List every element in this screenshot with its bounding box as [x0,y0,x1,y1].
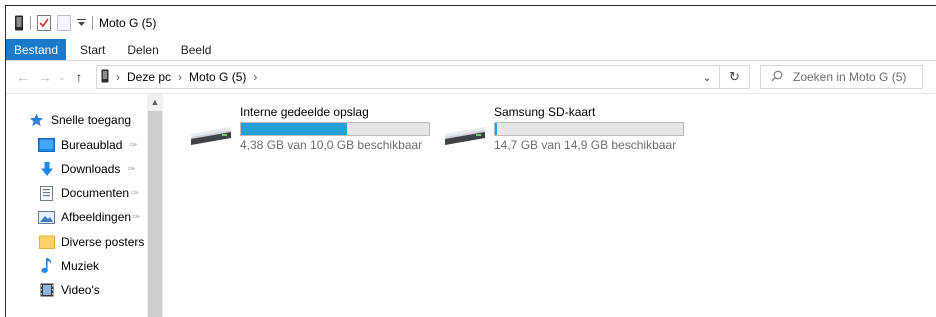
search-input[interactable]: Zoeken in Moto G (5) [760,65,923,89]
chevron-right-icon[interactable]: › [253,70,257,84]
storage-usage-fill [495,123,498,135]
sidebar-item-documents[interactable]: Documenten ✑ [38,182,139,204]
sidebar-item-label: Video's [61,283,100,297]
tab-file[interactable]: Bestand [6,39,67,60]
search-icon [771,70,783,85]
sidebar-item-downloads[interactable]: Downloads ✑ [38,158,136,180]
drive-free-space: 14,7 GB van 14,9 GB beschikbaar [494,138,677,152]
address-row: ← → ⌄ ↑ › Deze pc › Moto G (5) › ⌄ ↻ Zoe… [6,61,936,94]
body-area: Snelle toegang Bureaublad ✑ Downloads ✑ [6,94,936,317]
scroll-up-icon[interactable]: ▲ [147,94,163,110]
desktop-icon [38,138,55,153]
folder-icon [38,235,55,250]
drive-icon [189,125,233,147]
drive-sd-card[interactable]: Samsung SD-kaart 14,7 GB van 14,9 GB bes… [443,105,693,155]
storage-usage-bar [240,122,430,136]
pin-icon[interactable]: ✑ [129,140,137,151]
recent-locations-icon[interactable]: ⌄ [56,66,68,88]
ribbon-tabs: Bestand Start Delen Beeld [6,39,936,61]
drive-name: Samsung SD-kaart [494,105,596,119]
sidebar-item-music[interactable]: Muziek [38,255,99,277]
nav-scrollbar[interactable]: ▲ [147,94,163,317]
pictures-icon [38,210,55,225]
customize-quick-access-icon[interactable] [77,14,86,32]
scroll-thumb[interactable] [148,111,162,317]
refresh-icon[interactable]: ↻ [719,66,749,88]
storage-usage-bar [494,122,684,136]
sidebar-item-videos[interactable]: Video's [38,279,100,301]
properties-icon[interactable] [37,14,51,32]
navigation-pane: Snelle toegang Bureaublad ✑ Downloads ✑ [6,94,167,317]
sidebar-item-label: Diverse posters [61,235,145,249]
explorer-window: Moto G (5) Bestand Start Delen Beeld ← →… [5,5,936,317]
sidebar-item-label: Snelle toegang [51,113,132,127]
drive-name: Interne gedeelde opslag [240,105,369,119]
drive-icon [443,125,487,147]
chevron-right-icon[interactable]: › [178,70,182,84]
drive-free-space: 4,38 GB van 10,0 GB beschikbaar [240,138,423,152]
pin-icon[interactable]: ✑ [131,188,139,199]
sidebar-item-desktop[interactable]: Bureaublad ✑ [38,134,138,156]
new-folder-icon[interactable] [57,14,71,32]
title-bar: Moto G (5) [6,6,936,39]
video-icon [38,283,55,298]
pin-icon[interactable]: ✑ [127,164,135,175]
drive-internal-storage[interactable]: Interne gedeelde opslag 4,38 GB van 10,0… [189,105,439,155]
search-placeholder: Zoeken in Moto G (5) [793,70,907,84]
pin-icon[interactable]: ✑ [132,212,140,223]
sidebar-item-label: Afbeeldingen [61,210,132,224]
phone-icon [101,69,109,86]
star-icon [28,113,45,128]
chevron-right-icon[interactable]: › [116,70,120,84]
document-icon [38,185,55,201]
tab-view[interactable]: Beeld [170,39,223,60]
up-icon[interactable]: ↑ [68,66,90,88]
forward-icon[interactable]: → [34,66,56,88]
sidebar-item-quick-access[interactable]: Snelle toegang [28,109,131,131]
address-bar[interactable]: › Deze pc › Moto G (5) › ⌄ ↻ [96,65,750,89]
sidebar-item-label: Documenten [61,186,130,200]
sidebar-item-label: Bureaublad [61,138,123,152]
back-icon[interactable]: ← [12,66,34,88]
storage-usage-fill [241,123,347,135]
download-icon [38,161,55,177]
phone-icon [14,14,24,32]
tab-start[interactable]: Start [69,39,116,60]
breadcrumb-this-pc[interactable]: Deze pc [127,70,171,84]
breadcrumb-moto-g[interactable]: Moto G (5) [189,70,246,84]
window-title: Moto G (5) [99,15,157,30]
sidebar-item-pictures[interactable]: Afbeeldingen ✑ [38,206,140,228]
sidebar-item-label: Downloads [61,162,121,176]
separator [92,15,93,30]
address-dropdown-icon[interactable]: ⌄ [695,71,719,84]
sidebar-item-diverse-posters[interactable]: Diverse posters [38,231,144,253]
music-icon [38,258,55,274]
separator [30,15,31,30]
tab-share[interactable]: Delen [116,39,169,60]
sidebar-item-label: Muziek [61,259,100,273]
